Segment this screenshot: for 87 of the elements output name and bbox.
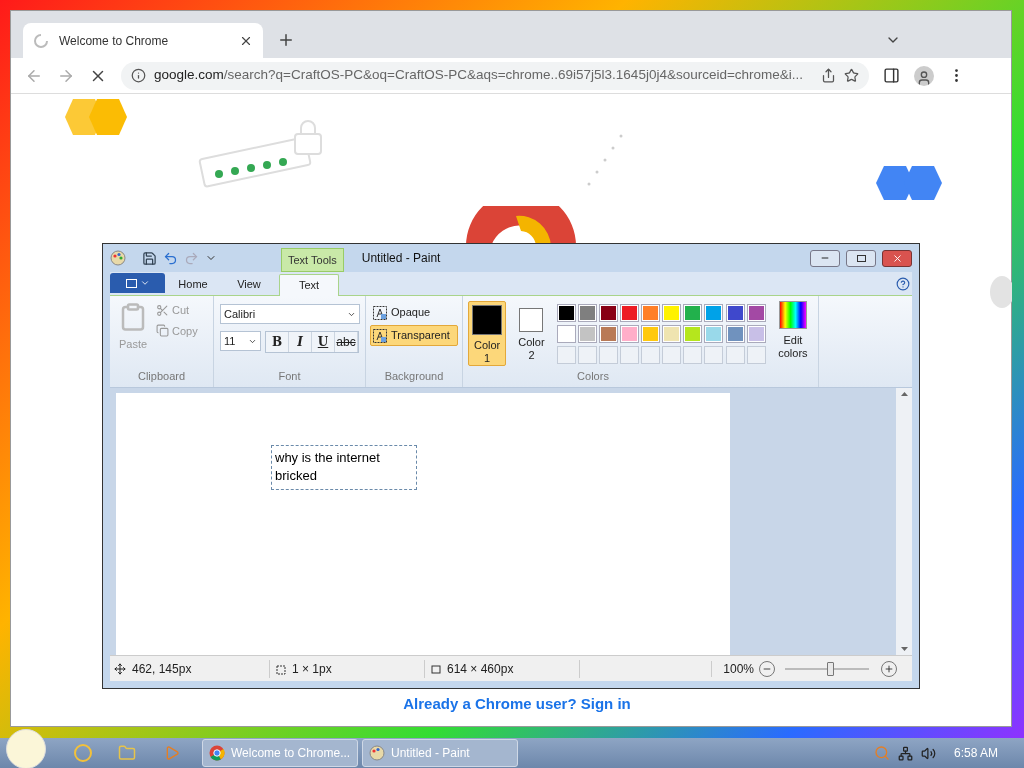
tab-title: Welcome to Chrome bbox=[59, 32, 170, 50]
palette-swatch[interactable] bbox=[704, 325, 724, 343]
info-icon[interactable] bbox=[131, 68, 146, 83]
save-icon[interactable] bbox=[142, 250, 157, 266]
maximize-button[interactable] bbox=[846, 249, 876, 267]
selection-size-icon bbox=[274, 662, 286, 675]
window-title: Untitled - Paint bbox=[361, 250, 441, 267]
ribbon-tab[interactable]: Home bbox=[165, 273, 221, 295]
palette-icon[interactable] bbox=[110, 250, 126, 266]
chrome-icon bbox=[209, 745, 225, 761]
palette-swatch[interactable] bbox=[662, 304, 682, 322]
zoom-level: 100% bbox=[722, 660, 754, 678]
font-style-button[interactable]: abc bbox=[335, 332, 358, 352]
image-size-icon bbox=[429, 662, 441, 675]
start-button[interactable] bbox=[6, 729, 46, 768]
browser-tab[interactable]: Welcome to Chrome bbox=[23, 23, 263, 58]
edit-colors-button[interactable]: Edit colors bbox=[772, 301, 813, 368]
selection-size: 1 × 1px bbox=[292, 660, 332, 678]
background-option[interactable]: Transparent bbox=[370, 325, 458, 346]
palette-swatch[interactable] bbox=[683, 304, 703, 322]
palette-swatch[interactable] bbox=[577, 325, 597, 343]
group-label: Font bbox=[277, 368, 302, 384]
url-text: google.com/search?q=CraftOS-PC&oq=CraftOS-PC&aqs=chrome..69i57j5l3.1645j0j4&sourceid=chrome&i... bbox=[154, 66, 805, 85]
bookmark-star-icon[interactable] bbox=[844, 68, 859, 83]
text-background-icon bbox=[373, 328, 387, 343]
folder-icon[interactable] bbox=[118, 744, 136, 762]
sign-in-link[interactable]: Already a Chrome user? Sign in bbox=[403, 693, 631, 716]
palette-swatch[interactable] bbox=[746, 325, 766, 343]
palette-swatch[interactable] bbox=[556, 325, 576, 343]
palette-swatch[interactable] bbox=[704, 304, 724, 322]
background-option[interactable]: Opaque bbox=[370, 302, 458, 323]
zoom-slider-thumb[interactable] bbox=[827, 661, 835, 676]
color-slot-button[interactable]: Color 2 bbox=[512, 301, 551, 366]
palette-swatch[interactable] bbox=[641, 304, 661, 322]
share-icon[interactable] bbox=[821, 68, 836, 83]
minimize-button[interactable] bbox=[810, 249, 840, 267]
group-label: Clipboard bbox=[136, 368, 187, 384]
palette-swatch[interactable] bbox=[598, 304, 618, 322]
help-icon[interactable] bbox=[896, 277, 910, 291]
context-tab-label: Text Tools bbox=[281, 248, 344, 272]
scroll-down-icon[interactable] bbox=[900, 647, 908, 651]
network-icon[interactable] bbox=[897, 745, 913, 761]
palette-swatch[interactable] bbox=[619, 304, 639, 322]
close-icon bbox=[891, 252, 903, 264]
font-style-button[interactable]: B bbox=[266, 332, 289, 352]
cursor-position-icon bbox=[114, 662, 126, 675]
side-panel-icon[interactable] bbox=[883, 67, 900, 84]
caret-icon bbox=[139, 278, 150, 288]
group-label: Background bbox=[383, 368, 445, 384]
palette-swatch[interactable] bbox=[577, 304, 597, 322]
copy-icon bbox=[156, 324, 169, 338]
ribbon-tab[interactable]: View bbox=[221, 273, 277, 295]
new-tab-icon[interactable] bbox=[277, 31, 295, 49]
font-style-button[interactable]: U bbox=[312, 332, 335, 352]
profile-avatar[interactable] bbox=[914, 65, 934, 86]
palette-swatch[interactable] bbox=[556, 304, 576, 322]
palette-swatch[interactable] bbox=[746, 304, 766, 322]
ribbon-tab[interactable]: Text bbox=[279, 274, 339, 296]
plus-icon bbox=[884, 663, 894, 674]
volume-icon[interactable] bbox=[920, 745, 936, 761]
color-slot-button[interactable]: Color 1 bbox=[468, 301, 507, 366]
image-size: 614 × 460px bbox=[447, 660, 514, 678]
canvas-text: why is the internet bricked bbox=[275, 449, 381, 485]
font-name-dropdown[interactable]: Calibri bbox=[220, 304, 360, 324]
palette-icon bbox=[369, 745, 385, 761]
drawing-canvas[interactable]: why is the internet bricked bbox=[116, 393, 730, 655]
undo-icon[interactable] bbox=[163, 250, 178, 266]
palette-swatch[interactable] bbox=[725, 325, 745, 343]
group-label: Colors bbox=[576, 368, 610, 384]
palette-swatch[interactable] bbox=[683, 325, 703, 343]
text-box[interactable]: why is the internet bricked bbox=[271, 445, 417, 490]
maximize-icon bbox=[856, 254, 866, 262]
file-menu-button[interactable] bbox=[110, 273, 165, 293]
address-bar[interactable]: google.com/search?q=CraftOS-PC&oq=CraftOS-PC&aqs=chrome..69i57j5l3.1645j0j4&sourceid=chrome&i... bbox=[121, 61, 869, 90]
text-background-icon bbox=[373, 305, 387, 320]
scissors-icon bbox=[156, 303, 169, 317]
scroll-up-icon[interactable] bbox=[900, 392, 908, 396]
vertical-scrollbar[interactable] bbox=[896, 388, 912, 655]
close-button[interactable] bbox=[882, 249, 912, 267]
palette-swatch[interactable] bbox=[725, 304, 745, 322]
palette-swatch[interactable] bbox=[641, 325, 661, 343]
palette-swatch[interactable] bbox=[619, 325, 639, 343]
palette-swatch[interactable] bbox=[662, 325, 682, 343]
palette-swatch[interactable] bbox=[598, 325, 618, 343]
cursor-position: 462, 145px bbox=[132, 660, 192, 678]
font-size-dropdown[interactable]: 11 bbox=[220, 331, 261, 351]
font-style-button[interactable]: I bbox=[289, 332, 312, 352]
